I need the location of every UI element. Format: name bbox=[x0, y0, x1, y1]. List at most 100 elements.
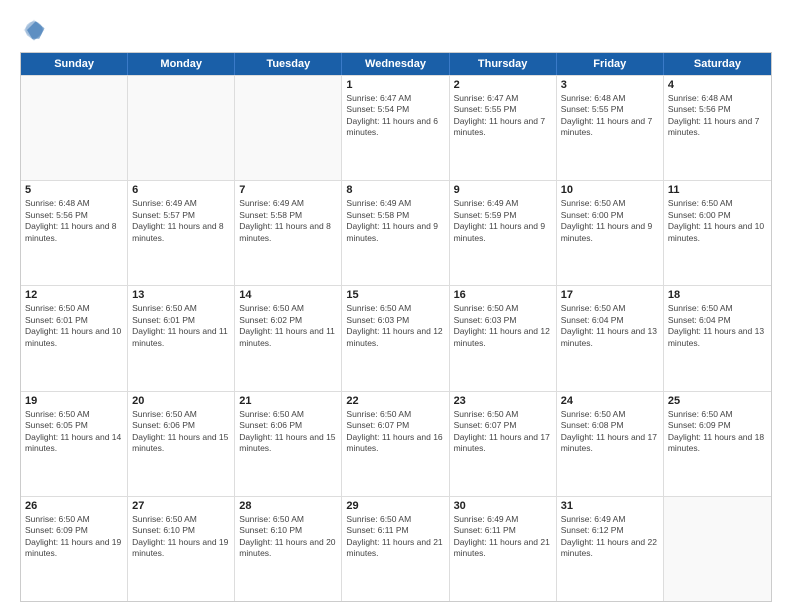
day-cell-23: 23 Sunrise: 6:50 AMSunset: 6:07 PMDayligh… bbox=[450, 392, 557, 496]
day-number: 24 bbox=[561, 395, 659, 407]
day-info: Sunrise: 6:50 AMSunset: 6:01 PMDaylight:… bbox=[25, 303, 123, 349]
day-cell-8: 8Sunrise: 6:49 AMSunset: 5:58 PMDaylight… bbox=[342, 181, 449, 285]
header-day-tuesday: Tuesday bbox=[235, 53, 342, 75]
day-number: 29 bbox=[346, 500, 444, 512]
day-number: 7 bbox=[239, 184, 337, 196]
day-number: 16 bbox=[454, 289, 552, 301]
header-day-sunday: Sunday bbox=[21, 53, 128, 75]
day-info: Sunrise: 6:49 AMSunset: 5:58 PMDaylight:… bbox=[346, 198, 444, 244]
day-info: Sunrise: 6:50 AMSunset: 6:03 PMDaylight:… bbox=[454, 303, 552, 349]
day-number: 1 bbox=[346, 79, 444, 91]
calendar-row-3: 12 Sunrise: 6:50 AMSunset: 6:01 PMDayligh… bbox=[21, 285, 771, 390]
day-cell-7: 7 Sunrise: 6:49 AMSunset: 5:58 PMDaylight… bbox=[235, 181, 342, 285]
empty-cell bbox=[128, 76, 235, 180]
day-cell-26: 26Sunrise: 6:50 AMSunset: 6:09 PMDayligh… bbox=[21, 497, 128, 601]
calendar-row-2: 5Sunrise: 6:48 AMSunset: 5:56 PMDaylight… bbox=[21, 180, 771, 285]
day-info: Sunrise: 6:50 AMSunset: 6:10 PMDaylight:… bbox=[132, 514, 230, 560]
day-number: 12 bbox=[25, 289, 123, 301]
page: SundayMondayTuesdayWednesdayThursdayFrid… bbox=[0, 0, 792, 612]
day-info: Sunrise: 6:47 AMSunset: 5:55 PMDaylight:… bbox=[454, 93, 552, 139]
day-number: 14 bbox=[239, 289, 337, 301]
day-number: 5 bbox=[25, 184, 123, 196]
day-number: 23 bbox=[454, 395, 552, 407]
day-cell-22: 22Sunrise: 6:50 AMSunset: 6:07 PMDayligh… bbox=[342, 392, 449, 496]
day-cell-21: 21 Sunrise: 6:50 AMSunset: 6:06 PMDayligh… bbox=[235, 392, 342, 496]
day-info: Sunrise: 6:50 AMSunset: 6:04 PMDaylight:… bbox=[561, 303, 659, 349]
day-cell-24: 24 Sunrise: 6:50 AMSunset: 6:08 PMDayligh… bbox=[557, 392, 664, 496]
day-info: Sunrise: 6:50 AMSunset: 6:01 PMDaylight:… bbox=[132, 303, 230, 349]
header-day-thursday: Thursday bbox=[450, 53, 557, 75]
day-cell-1: 1 Sunrise: 6:47 AMSunset: 5:54 PMDaylight… bbox=[342, 76, 449, 180]
day-info: Sunrise: 6:50 AMSunset: 6:04 PMDaylight:… bbox=[668, 303, 767, 349]
day-info: Sunrise: 6:50 AMSunset: 6:06 PMDaylight:… bbox=[239, 409, 337, 455]
day-cell-6: 6Sunrise: 6:49 AMSunset: 5:57 PMDaylight… bbox=[128, 181, 235, 285]
day-info: Sunrise: 6:50 AMSunset: 6:00 PMDaylight:… bbox=[668, 198, 767, 244]
day-info: Sunrise: 6:50 AMSunset: 6:02 PMDaylight:… bbox=[239, 303, 337, 349]
day-cell-5: 5Sunrise: 6:48 AMSunset: 5:56 PMDaylight… bbox=[21, 181, 128, 285]
day-number: 19 bbox=[25, 395, 123, 407]
header-day-friday: Friday bbox=[557, 53, 664, 75]
day-info: Sunrise: 6:50 AMSunset: 6:08 PMDaylight:… bbox=[561, 409, 659, 455]
calendar: SundayMondayTuesdayWednesdayThursdayFrid… bbox=[20, 52, 772, 602]
day-number: 27 bbox=[132, 500, 230, 512]
calendar-row-5: 26Sunrise: 6:50 AMSunset: 6:09 PMDayligh… bbox=[21, 496, 771, 601]
day-info: Sunrise: 6:50 AMSunset: 6:11 PMDaylight:… bbox=[346, 514, 444, 560]
day-info: Sunrise: 6:48 AMSunset: 5:55 PMDaylight:… bbox=[561, 93, 659, 139]
day-info: Sunrise: 6:49 AMSunset: 6:11 PMDaylight:… bbox=[454, 514, 552, 560]
day-cell-18: 18 Sunrise: 6:50 AMSunset: 6:04 PMDayligh… bbox=[664, 286, 771, 390]
day-cell-31: 31Sunrise: 6:49 AMSunset: 6:12 PMDayligh… bbox=[557, 497, 664, 601]
day-info: Sunrise: 6:50 AMSunset: 6:07 PMDaylight:… bbox=[454, 409, 552, 455]
day-cell-28: 28 Sunrise: 6:50 AMSunset: 6:10 PMDayligh… bbox=[235, 497, 342, 601]
day-number: 25 bbox=[668, 395, 767, 407]
day-cell-15: 15 Sunrise: 6:50 AMSunset: 6:03 PMDayligh… bbox=[342, 286, 449, 390]
day-number: 11 bbox=[668, 184, 767, 196]
day-cell-14: 14 Sunrise: 6:50 AMSunset: 6:02 PMDayligh… bbox=[235, 286, 342, 390]
day-cell-27: 27 Sunrise: 6:50 AMSunset: 6:10 PMDayligh… bbox=[128, 497, 235, 601]
day-number: 3 bbox=[561, 79, 659, 91]
day-cell-11: 11 Sunrise: 6:50 AMSunset: 6:00 PMDayligh… bbox=[664, 181, 771, 285]
day-cell-30: 30 Sunrise: 6:49 AMSunset: 6:11 PMDayligh… bbox=[450, 497, 557, 601]
header-day-saturday: Saturday bbox=[664, 53, 771, 75]
calendar-row-4: 19 Sunrise: 6:50 AMSunset: 6:05 PMDayligh… bbox=[21, 391, 771, 496]
day-info: Sunrise: 6:50 AMSunset: 6:03 PMDaylight:… bbox=[346, 303, 444, 349]
day-cell-20: 20 Sunrise: 6:50 AMSunset: 6:06 PMDayligh… bbox=[128, 392, 235, 496]
day-cell-13: 13 Sunrise: 6:50 AMSunset: 6:01 PMDayligh… bbox=[128, 286, 235, 390]
day-info: Sunrise: 6:49 AMSunset: 5:59 PMDaylight:… bbox=[454, 198, 552, 244]
day-cell-4: 4Sunrise: 6:48 AMSunset: 5:56 PMDaylight… bbox=[664, 76, 771, 180]
day-number: 9 bbox=[454, 184, 552, 196]
empty-cell bbox=[21, 76, 128, 180]
day-number: 30 bbox=[454, 500, 552, 512]
calendar-body: 1 Sunrise: 6:47 AMSunset: 5:54 PMDaylight… bbox=[21, 75, 771, 601]
day-number: 13 bbox=[132, 289, 230, 301]
day-number: 20 bbox=[132, 395, 230, 407]
day-number: 6 bbox=[132, 184, 230, 196]
day-cell-3: 3 Sunrise: 6:48 AMSunset: 5:55 PMDaylight… bbox=[557, 76, 664, 180]
day-info: Sunrise: 6:49 AMSunset: 5:58 PMDaylight:… bbox=[239, 198, 337, 244]
day-info: Sunrise: 6:50 AMSunset: 6:10 PMDaylight:… bbox=[239, 514, 337, 560]
calendar-header: SundayMondayTuesdayWednesdayThursdayFrid… bbox=[21, 53, 771, 75]
day-cell-19: 19 Sunrise: 6:50 AMSunset: 6:05 PMDayligh… bbox=[21, 392, 128, 496]
day-info: Sunrise: 6:50 AMSunset: 6:09 PMDaylight:… bbox=[668, 409, 767, 455]
day-number: 15 bbox=[346, 289, 444, 301]
day-info: Sunrise: 6:50 AMSunset: 6:00 PMDaylight:… bbox=[561, 198, 659, 244]
logo-icon bbox=[20, 16, 48, 44]
day-info: Sunrise: 6:49 AMSunset: 6:12 PMDaylight:… bbox=[561, 514, 659, 560]
day-cell-2: 2Sunrise: 6:47 AMSunset: 5:55 PMDaylight… bbox=[450, 76, 557, 180]
day-info: Sunrise: 6:50 AMSunset: 6:06 PMDaylight:… bbox=[132, 409, 230, 455]
header bbox=[20, 16, 772, 44]
day-number: 17 bbox=[561, 289, 659, 301]
day-cell-12: 12 Sunrise: 6:50 AMSunset: 6:01 PMDayligh… bbox=[21, 286, 128, 390]
header-day-wednesday: Wednesday bbox=[342, 53, 449, 75]
empty-cell bbox=[235, 76, 342, 180]
day-number: 21 bbox=[239, 395, 337, 407]
day-info: Sunrise: 6:50 AMSunset: 6:05 PMDaylight:… bbox=[25, 409, 123, 455]
day-number: 26 bbox=[25, 500, 123, 512]
day-number: 28 bbox=[239, 500, 337, 512]
day-cell-16: 16 Sunrise: 6:50 AMSunset: 6:03 PMDayligh… bbox=[450, 286, 557, 390]
day-cell-25: 25 Sunrise: 6:50 AMSunset: 6:09 PMDayligh… bbox=[664, 392, 771, 496]
day-info: Sunrise: 6:48 AMSunset: 5:56 PMDaylight:… bbox=[668, 93, 767, 139]
day-number: 22 bbox=[346, 395, 444, 407]
day-info: Sunrise: 6:47 AMSunset: 5:54 PMDaylight:… bbox=[346, 93, 444, 139]
day-number: 18 bbox=[668, 289, 767, 301]
day-cell-9: 9 Sunrise: 6:49 AMSunset: 5:59 PMDaylight… bbox=[450, 181, 557, 285]
